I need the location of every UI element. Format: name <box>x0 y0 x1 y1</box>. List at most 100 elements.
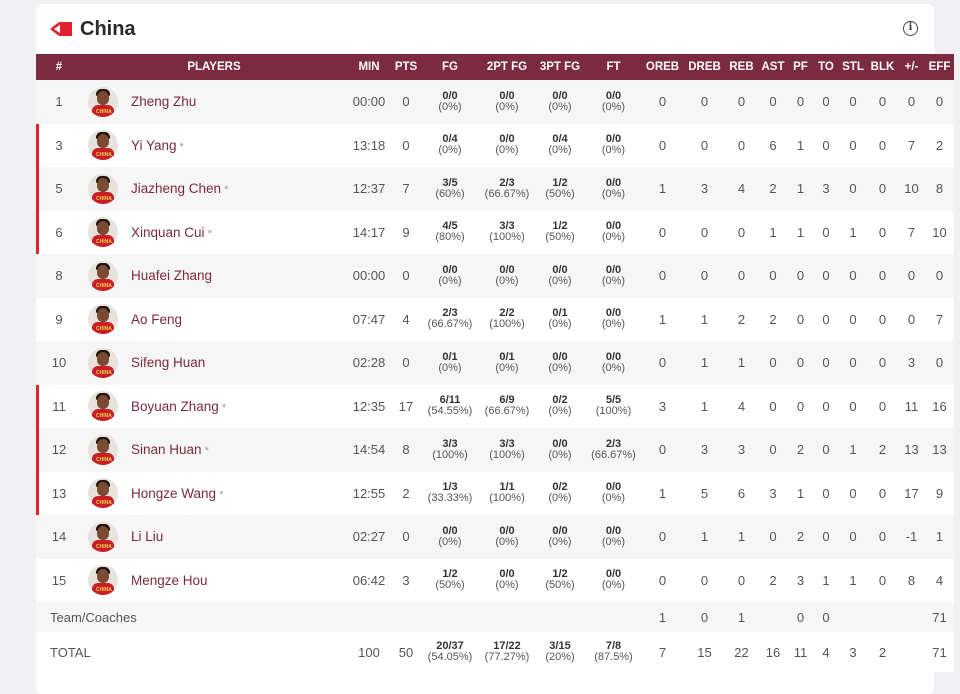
stat-pm: 3 <box>907 355 916 371</box>
info-icon[interactable]: i <box>903 21 918 36</box>
fg3-pct: (50%) <box>545 231 575 244</box>
column-header[interactable]: # <box>36 54 82 80</box>
fg2: 0/0 (0%) <box>480 559 534 603</box>
table-row[interactable]: 1 CHINA Zheng Zhu 00:00 0 0/0 (0%) 0/0 (0%) 0/0 (0… <box>36 80 954 124</box>
jersey-number: 1 <box>55 94 63 110</box>
table-row[interactable]: 8 CHINA Huafei Zhang 00:00 0 0/0 (0%) 0/0 (0%) 0/… <box>36 254 954 298</box>
table-row[interactable]: 14 CHINA Li Liu 02:27 0 0/0 (0%) 0/0 (0%) 0/0 (0%)… <box>36 515 954 559</box>
player-name-link[interactable]: Boyuan Zhang * <box>131 399 226 414</box>
fg2-pct: (0%) <box>495 100 519 113</box>
player-name-link[interactable]: Xinquan Cui * <box>131 225 212 240</box>
column-header[interactable]: EFF <box>925 54 954 80</box>
fg3-pct: (0%) <box>548 492 572 505</box>
points: 0 <box>402 529 410 545</box>
table-row[interactable]: 15 CHINA Mengze Hou 06:42 3 1/2 (50%) 0/0 (0%) 1/… <box>36 558 954 603</box>
player-name-link[interactable]: Hongze Wang * <box>131 486 223 501</box>
stat-pm: 17 <box>904 485 919 501</box>
fg3-pct: (50%) <box>545 579 575 592</box>
column-header[interactable]: TO <box>813 54 839 80</box>
column-header[interactable]: 2PT FG <box>480 54 534 80</box>
stat-to: 1 <box>822 572 830 588</box>
table-row[interactable]: 10 CHINA Sifeng Huan 02:28 0 0/1 (0%) 0/1 (0%) 0/… <box>36 341 954 385</box>
fg3: 0/0 (0%) <box>534 428 586 472</box>
table-row[interactable]: 5 CHINA Jiazheng Chen * 12:37 7 3/5 (60%) 2/3 (66… <box>36 167 954 211</box>
column-header[interactable]: FG <box>420 54 480 80</box>
column-header[interactable]: PLAYERS <box>82 54 346 80</box>
starter-marker: * <box>221 401 227 414</box>
minutes: 00:00 <box>352 268 386 284</box>
points: 2 <box>402 485 410 501</box>
avatar-jersey-text: CHINA <box>96 500 112 507</box>
column-header[interactable]: MIN <box>346 54 392 80</box>
avatar: CHINA <box>88 260 118 291</box>
fg2-pct: (0%) <box>495 535 519 548</box>
fg2: 0/0 (0%) <box>480 254 534 298</box>
stat-ast: 0 <box>769 398 777 414</box>
points: 9 <box>402 224 410 240</box>
player-name-link[interactable]: Mengze Hou <box>131 573 208 588</box>
team-stat-oreb: 1 <box>658 609 667 625</box>
player-name-link[interactable]: Jiazheng Chen * <box>131 181 228 196</box>
column-header[interactable]: REB <box>725 54 758 80</box>
team-stat-eff: 71 <box>932 609 947 625</box>
jersey-number: 9 <box>55 311 63 327</box>
avatar-jersey-text: CHINA <box>96 152 112 159</box>
column-header[interactable]: PTS <box>392 54 420 80</box>
minutes: 02:27 <box>352 529 386 545</box>
fg3-pct: (0%) <box>548 100 572 113</box>
stat-pf: 1 <box>796 181 805 197</box>
table-row[interactable]: 12 CHINA Sinan Huan * 14:54 8 3/3 (100%) 3/3 (100… <box>36 428 954 472</box>
player-name: Zheng Zhu <box>131 94 197 110</box>
player-name-link[interactable]: Yi Yang * <box>131 138 184 153</box>
column-header[interactable]: +/- <box>898 54 925 80</box>
fg: 2/3 (66.67%) <box>420 298 480 342</box>
fg3-pct: (0%) <box>548 318 572 331</box>
fg3: 1/2 (50%) <box>534 167 586 211</box>
stat-pm: 0 <box>907 311 916 327</box>
player-name-link[interactable]: Li Liu <box>131 529 163 544</box>
starter-marker: * <box>207 227 212 240</box>
player-name-link[interactable]: Sinan Huan * <box>131 442 209 457</box>
column-header[interactable]: FT <box>586 54 641 80</box>
column-header[interactable]: 3PT FG <box>534 54 586 80</box>
table-row[interactable]: 3 CHINA Yi Yang * 13:18 0 0/4 (0%) 0/0 (0%) 0/4 (0%… <box>36 123 954 167</box>
table-row[interactable]: 6 CHINA Xinquan Cui * 14:17 9 4/5 (80%) 3/3 (100%… <box>36 210 954 254</box>
column-header[interactable]: PF <box>788 54 813 80</box>
player-name: Jiazheng Chen <box>131 181 222 197</box>
player-name-link[interactable]: Zheng Zhu <box>131 94 196 109</box>
ft-pct: (100%) <box>595 405 632 418</box>
stat-oreb: 1 <box>658 485 667 501</box>
stat-blk: 0 <box>878 311 887 327</box>
stat-to: 3 <box>822 181 830 197</box>
table-row[interactable]: 13 CHINA Hongze Wang * 12:55 2 1/3 (33.33%) 1/1(… <box>36 471 954 515</box>
stat-pf: 2 <box>796 529 805 545</box>
column-header[interactable]: OREB <box>641 54 684 80</box>
avatar-jersey-text: CHINA <box>96 456 112 463</box>
table-row[interactable]: 11 CHINA Boyuan Zhang * 12:35 17 6/11 (54.55%) 6… <box>36 384 954 429</box>
starter-marker: * <box>219 488 224 501</box>
fg2: 2/2 (100%) <box>480 298 534 342</box>
column-header[interactable]: STL <box>839 54 867 80</box>
points: 7 <box>402 181 410 197</box>
ft: 5/5 (100%) <box>586 385 641 429</box>
table-header-row: # PLAYERS MIN PTS FG 2PT FG 3PT FG FT OREB DREB RE… <box>36 54 954 80</box>
stat-blk: 0 <box>878 181 887 197</box>
player-name-link[interactable]: Sifeng Huan <box>131 355 205 370</box>
stat-to: 0 <box>822 311 830 327</box>
fg3-pct: (0%) <box>548 361 572 374</box>
player-name-link[interactable]: Huafei Zhang <box>131 268 212 283</box>
player-name-link[interactable]: Ao Feng <box>131 312 182 327</box>
ft-pct: (0%) <box>601 579 626 592</box>
fg2-pct: (100%) <box>489 318 525 331</box>
player-name: Sinan Huan <box>131 442 202 458</box>
total-fg: 20/37 (54.05%) <box>420 632 480 672</box>
avatar-jersey-text: CHINA <box>96 543 112 550</box>
stat-pf: 1 <box>796 485 805 501</box>
player-cell: CHINA Zheng Zhu <box>82 80 346 124</box>
player-cell: CHINA Li Liu <box>82 515 346 559</box>
table-row[interactable]: 9 CHINA Ao Feng 07:47 4 2/3 (66.67%) 2/2 (100%) 0… <box>36 297 954 342</box>
column-header[interactable]: BLK <box>867 54 898 80</box>
fg-pct: (33.33%) <box>427 492 473 505</box>
column-header[interactable]: DREB <box>684 54 725 80</box>
column-header[interactable]: AST <box>758 54 788 80</box>
